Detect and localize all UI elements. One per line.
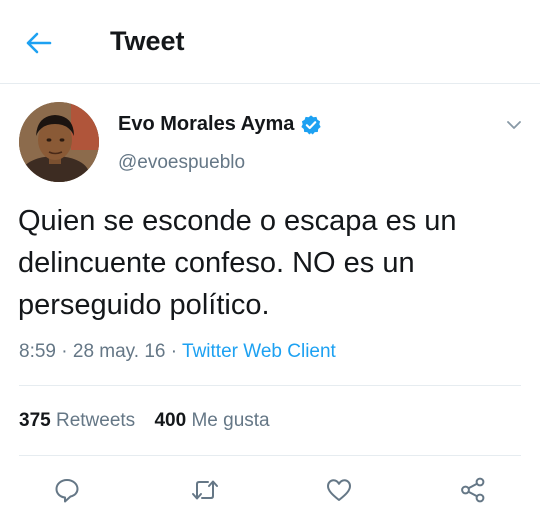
page-title: Tweet: [110, 26, 185, 56]
like-button[interactable]: [323, 474, 355, 506]
tweet-time: 8:59: [19, 341, 56, 362]
reply-icon: [55, 479, 79, 503]
top-bar: Tweet: [0, 0, 540, 84]
author-handle[interactable]: @evoespueblo: [118, 152, 245, 174]
tweet-stats: 375 Retweets 400 Me gusta: [19, 410, 284, 432]
meta-separator: ·: [165, 341, 183, 362]
author-name[interactable]: Evo Morales Ayma: [118, 113, 294, 136]
more-options-button[interactable]: [503, 114, 525, 136]
heart-icon: [327, 479, 351, 501]
retweet-count: 375: [19, 410, 51, 431]
divider: [19, 385, 521, 386]
retweet-icon: [192, 480, 218, 500]
back-button[interactable]: [22, 28, 56, 58]
verified-badge-icon: [301, 114, 321, 134]
avatar-image: [19, 102, 99, 182]
retweets-stat[interactable]: 375 Retweets: [19, 410, 135, 431]
divider: [19, 455, 521, 456]
tweet-text: Quien se esconde o escapa es un delincue…: [18, 205, 457, 321]
avatar[interactable]: [19, 102, 99, 182]
likes-stat[interactable]: 400 Me gusta: [154, 410, 269, 431]
tweet-date: 28 may. 16: [72, 341, 166, 362]
chevron-down-icon: [507, 121, 521, 129]
tweet-meta: 8:59 · 28 may. 16 · Twitter Web Client: [19, 341, 336, 363]
reply-button[interactable]: [51, 474, 83, 506]
retweet-button[interactable]: [189, 474, 221, 506]
retweets-label: Retweets: [55, 410, 136, 431]
tweet-source-link[interactable]: Twitter Web Client: [182, 341, 336, 362]
author-name-row[interactable]: Evo Morales Ayma: [118, 113, 322, 136]
tweet-actions-bar: [0, 468, 540, 508]
likes-label: Me gusta: [191, 410, 270, 431]
like-count: 400: [154, 410, 187, 431]
share-icon: [461, 477, 485, 503]
arrow-left-icon: [26, 32, 52, 54]
meta-separator: ·: [55, 341, 73, 362]
share-button[interactable]: [457, 474, 489, 506]
